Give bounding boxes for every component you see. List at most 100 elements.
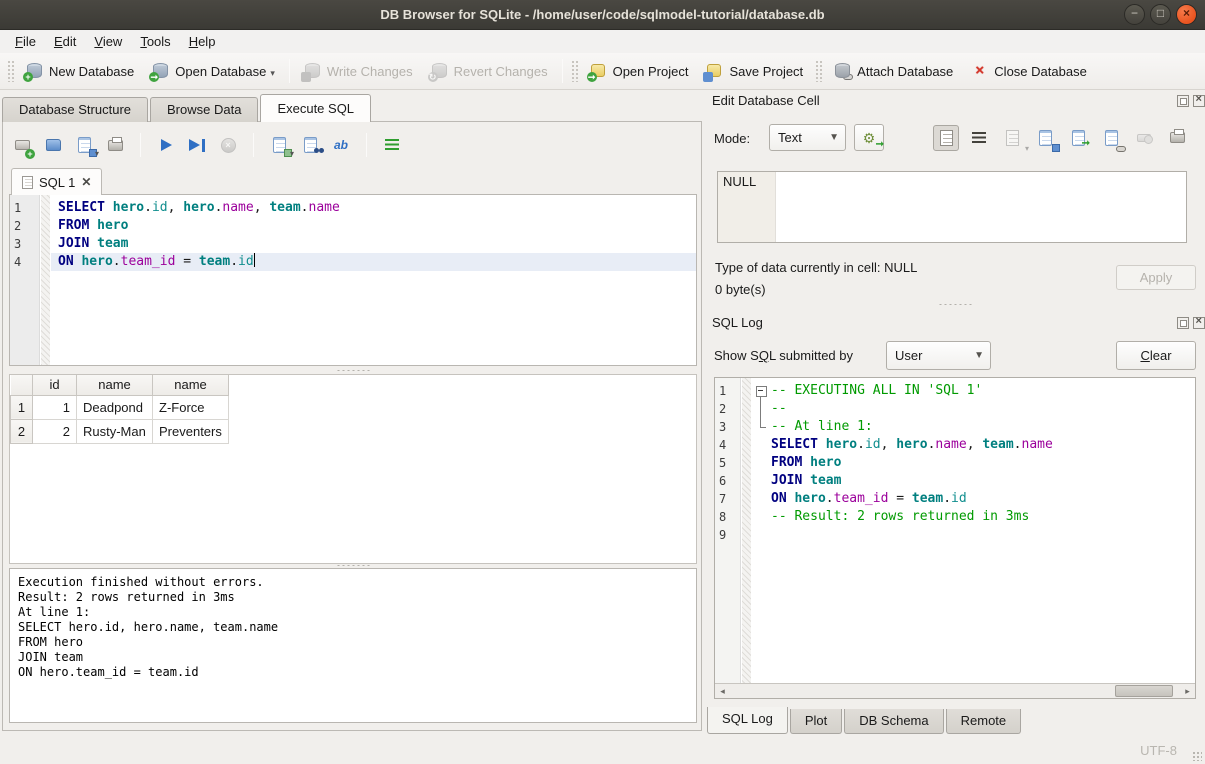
menu-file[interactable]: File <box>6 32 45 51</box>
row-header[interactable]: 2 <box>11 419 33 443</box>
mode-label: Mode: <box>714 131 750 146</box>
toolbar-drag-handle[interactable] <box>571 60 578 82</box>
table-cell[interactable]: 1 <box>33 395 77 419</box>
export-results-button[interactable]: ▾ <box>268 134 290 156</box>
attach-database-icon <box>834 63 851 79</box>
revert-changes-button[interactable]: ↻ Revert Changes <box>422 59 557 83</box>
export-to-file-button[interactable]: ➞ <box>1065 125 1091 151</box>
dock-splitter[interactable] <box>714 301 1196 307</box>
corner-header[interactable] <box>11 375 33 395</box>
code-line: 1SELECT hero.id, hero.name, team.name <box>10 199 696 217</box>
cell-value-editor[interactable]: NULL <box>717 171 1187 243</box>
cell-size-info: 0 byte(s) <box>715 282 766 297</box>
column-header-name[interactable]: name <box>77 375 153 395</box>
table-cell[interactable]: Z-Force <box>153 395 229 419</box>
maximize-button[interactable]: □ <box>1150 4 1171 25</box>
tab-execute-sql[interactable]: Execute SQL <box>260 94 371 122</box>
results-grid: idnamename 11DeadpondZ-Force22Rusty-ManP… <box>9 374 697 564</box>
execute-current-line-button[interactable] <box>186 134 208 156</box>
execute-all-button[interactable] <box>155 134 177 156</box>
save-project-button[interactable]: Save Project <box>697 59 812 83</box>
code-line: 8-- Result: 2 rows returned in 3ms <box>715 508 1195 526</box>
clear-log-button[interactable]: Clear <box>1116 341 1196 370</box>
column-header-name[interactable]: name <box>153 375 229 395</box>
save-sql-file-button[interactable]: ▾ <box>73 134 95 156</box>
print-cell-button[interactable] <box>1164 125 1190 151</box>
status-bar: UTF-8 <box>0 735 1205 764</box>
mode-select[interactable]: Text ▼ <box>769 124 846 151</box>
menu-tools[interactable]: Tools <box>131 32 179 51</box>
auto-switch-mode-button[interactable]: ⚙➞ <box>854 124 884 151</box>
format-sql-button[interactable] <box>381 134 403 156</box>
resize-grip[interactable] <box>1192 751 1202 761</box>
toolbar-drag-handle[interactable] <box>815 60 822 82</box>
menu-edit[interactable]: Edit <box>45 32 85 51</box>
sql-log-float-icon[interactable] <box>1177 317 1189 329</box>
revert-changes-icon: ↻ <box>431 63 448 79</box>
stop-button[interactable]: × <box>217 134 239 156</box>
table-cell[interactable]: Rusty-Man <box>77 419 153 443</box>
dock-tab-remote[interactable]: Remote <box>946 709 1022 734</box>
close-button[interactable]: × <box>1176 4 1197 25</box>
execution-message-text: Execution finished without errors. Resul… <box>10 569 696 686</box>
tab-browse-data[interactable]: Browse Data <box>150 97 258 122</box>
dock-tab-sql-log[interactable]: SQL Log <box>707 707 788 734</box>
log-filter-select[interactable]: User ▼ <box>886 341 991 370</box>
scroll-left-icon[interactable]: ◂ <box>715 684 730 698</box>
save-as-button[interactable] <box>1032 125 1058 151</box>
new-sql-tab-button[interactable]: + <box>11 134 33 156</box>
table-row: 22Rusty-ManPreventers <box>11 419 229 443</box>
dock-tab-db-schema[interactable]: DB Schema <box>844 709 943 734</box>
sql-document-tab-bar: SQL 1 ✕ <box>11 168 102 195</box>
print-button[interactable] <box>104 134 126 156</box>
table-cell[interactable]: Deadpond <box>77 395 153 419</box>
row-header[interactable]: 1 <box>11 395 33 419</box>
menu-view[interactable]: View <box>85 32 131 51</box>
open-database-button[interactable]: ➞ Open Database ▾ <box>143 59 284 83</box>
open-database-icon: ➞ <box>152 63 169 79</box>
edit-cell-float-icon[interactable] <box>1177 95 1189 107</box>
window-controls: − □ × <box>1124 4 1197 25</box>
log-horizontal-scrollbar[interactable]: ◂ ▸ <box>715 683 1195 698</box>
sql-document-tab[interactable]: SQL 1 ✕ <box>11 168 102 195</box>
close-database-button[interactable]: × Close Database <box>962 59 1096 83</box>
fold-marker-start[interactable] <box>755 382 767 400</box>
scrollbar-thumb[interactable] <box>1115 685 1173 697</box>
sql-log-view[interactable]: 1-- EXECUTING ALL IN 'SQL 1'2--3-- At li… <box>714 377 1196 699</box>
code-line: 2FROM hero <box>10 217 696 235</box>
edit-cell-close-icon[interactable] <box>1193 95 1205 107</box>
table-cell[interactable]: Preventers <box>153 419 229 443</box>
sql-tab-close-icon[interactable]: ✕ <box>81 175 91 189</box>
dock-tab-bar: SQL LogPlotDB SchemaRemote <box>707 707 1023 734</box>
write-changes-button[interactable]: Write Changes <box>295 59 422 83</box>
scroll-right-icon[interactable]: ▸ <box>1180 684 1195 698</box>
editor-results-splitter[interactable] <box>9 367 697 373</box>
apply-button[interactable]: Apply <box>1116 265 1196 290</box>
toolbar-drag-handle[interactable] <box>7 60 14 82</box>
import-from-file-button[interactable]: ▾ <box>999 125 1025 151</box>
tab-database-structure[interactable]: Database Structure <box>2 97 148 122</box>
find-button[interactable] <box>299 134 321 156</box>
open-project-button[interactable]: ➞ Open Project <box>581 59 698 83</box>
open-in-external-button[interactable] <box>1098 125 1124 151</box>
word-wrap-button[interactable] <box>966 125 992 151</box>
sql-editor[interactable]: 1SELECT hero.id, hero.name, team.name2FR… <box>9 194 697 366</box>
column-header-id[interactable]: id <box>33 375 77 395</box>
set-null-button[interactable] <box>1131 125 1157 151</box>
code-line: 4SELECT hero.id, hero.name, team.name <box>715 436 1195 454</box>
replace-button[interactable]: ab <box>330 134 352 156</box>
dock-tab-plot[interactable]: Plot <box>790 709 842 734</box>
menu-help[interactable]: Help <box>180 32 225 51</box>
attach-database-button[interactable]: Attach Database <box>825 59 962 83</box>
fold-marker-mid <box>755 400 767 418</box>
table-cell[interactable]: 2 <box>33 419 77 443</box>
encoding-indicator[interactable]: UTF-8 <box>1140 743 1177 758</box>
new-database-button[interactable]: + New Database <box>17 59 143 83</box>
minimize-button[interactable]: − <box>1124 4 1145 25</box>
open-database-dropdown-icon[interactable]: ▾ <box>270 68 275 79</box>
text-document-button[interactable] <box>933 125 959 151</box>
fold-marker-end <box>755 418 767 436</box>
sql-log-close-icon[interactable] <box>1193 317 1205 329</box>
open-sql-file-button[interactable] <box>42 134 64 156</box>
cell-value: NULL <box>723 174 756 189</box>
